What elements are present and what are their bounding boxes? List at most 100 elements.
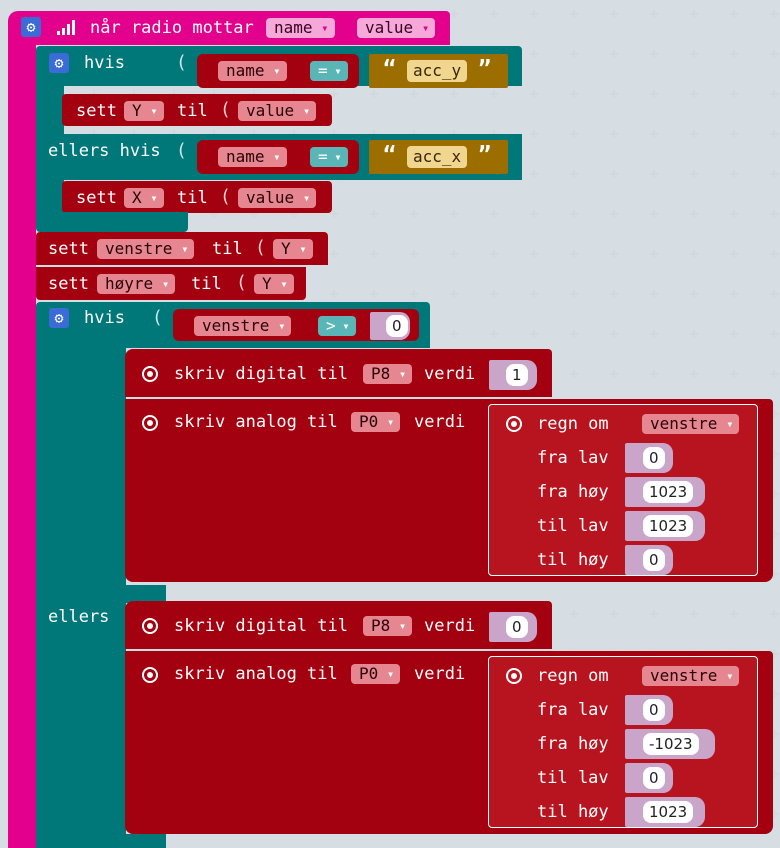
close-quote-icon: ” <box>478 143 492 168</box>
value-label: verdi <box>414 664 466 684</box>
grid-mark <box>650 90 658 98</box>
analog-write-label: skriv analog til <box>174 412 338 432</box>
from-low-label: fra lav <box>537 700 609 720</box>
greater-than-operator-dropdown[interactable]: > <box>318 316 356 336</box>
venstre-var-dropdown[interactable]: venstre <box>642 666 740 686</box>
grid-mark <box>650 290 658 298</box>
grid-mark <box>370 250 378 258</box>
grid-mark <box>490 10 498 18</box>
input-socket: ( <box>176 140 187 161</box>
grid-mark <box>730 330 738 338</box>
from-high-input[interactable]: 1023 <box>643 481 694 503</box>
x-var-dropdown[interactable]: X <box>124 188 164 208</box>
to-low-input[interactable]: 1023 <box>643 515 694 537</box>
y-var-dropdown[interactable]: Y <box>124 101 164 121</box>
pin-p0-dropdown[interactable]: P0 <box>351 664 401 684</box>
name-var-dropdown[interactable]: name <box>218 147 287 167</box>
to-high-label: til høy <box>537 802 609 822</box>
pin-icon <box>142 415 158 431</box>
from-high-input[interactable]: -1023 <box>643 733 699 755</box>
if-label: hvis <box>84 53 125 73</box>
input-socket: ( <box>176 52 187 73</box>
pin-p0-dropdown[interactable]: P0 <box>351 412 401 432</box>
param-value-dropdown[interactable]: value <box>357 18 436 38</box>
grid-mark <box>610 90 618 98</box>
value-label: verdi <box>424 364 476 384</box>
pin-p8-dropdown[interactable]: P8 <box>363 364 413 384</box>
grid-mark <box>570 10 578 18</box>
from-low-input[interactable]: 0 <box>643 699 665 721</box>
equals-operator-dropdown[interactable]: = <box>310 61 348 81</box>
digital-value-input[interactable]: 1 <box>506 364 528 386</box>
gear-icon[interactable]: ⚙ <box>21 17 41 37</box>
to-high-input[interactable]: 0 <box>643 549 665 571</box>
signal-icon <box>57 20 75 35</box>
string-acc-x[interactable]: acc_x <box>407 146 468 168</box>
equals-operator-dropdown[interactable]: = <box>310 147 348 167</box>
grid-mark <box>650 130 658 138</box>
venstre-var-dropdown[interactable]: venstre <box>97 239 195 259</box>
grid-mark <box>370 210 378 218</box>
set-label: sett <box>48 239 89 259</box>
grid-mark <box>570 250 578 258</box>
pin-p8-dropdown[interactable]: P8 <box>363 616 413 636</box>
from-low-input[interactable]: 0 <box>643 447 665 469</box>
grid-mark <box>610 610 618 618</box>
gear-icon[interactable]: ⚙ <box>49 308 69 328</box>
digital-value-input[interactable]: 0 <box>506 616 528 638</box>
gear-icon[interactable]: ⚙ <box>49 53 69 73</box>
input-socket: ( <box>255 237 266 258</box>
pin-icon <box>142 667 158 683</box>
grid-mark <box>690 370 698 378</box>
input-socket: ( <box>236 272 247 293</box>
if-block-1-spine <box>36 84 64 136</box>
venstre-var-dropdown[interactable]: venstre <box>642 414 740 434</box>
value-var-dropdown[interactable]: value <box>238 188 317 208</box>
string-acc-y[interactable]: acc_y <box>407 60 468 82</box>
name-var-dropdown[interactable]: name <box>218 61 287 81</box>
grid-mark <box>490 290 498 298</box>
grid-mark <box>530 50 538 58</box>
y-var-dropdown[interactable]: Y <box>254 274 294 294</box>
grid-mark <box>330 250 338 258</box>
to-label: til <box>191 274 222 294</box>
venstre-var-dropdown[interactable]: venstre <box>194 316 292 336</box>
value-var-dropdown[interactable]: value <box>238 101 317 121</box>
hoyre-var-dropdown[interactable]: høyre <box>97 274 176 294</box>
value-label: verdi <box>414 412 466 432</box>
grid-mark <box>610 170 618 178</box>
threshold-number-input[interactable]: 0 <box>386 315 408 337</box>
grid-mark <box>410 210 418 218</box>
grid-mark <box>530 290 538 298</box>
radio-received-label: når radio mottar <box>90 18 254 38</box>
grid-mark <box>650 370 658 378</box>
grid-mark <box>730 130 738 138</box>
grid-mark <box>650 610 658 618</box>
grid-mark <box>610 330 618 338</box>
grid-mark <box>770 250 778 258</box>
to-low-input[interactable]: 0 <box>643 767 665 789</box>
else-if-label: ellers hvis <box>48 141 161 161</box>
map-label: regn om <box>537 666 609 686</box>
grid-mark <box>450 330 458 338</box>
grid-mark <box>490 250 498 258</box>
from-low-label: fra lav <box>537 448 609 468</box>
radio-block-spine <box>8 40 36 848</box>
to-high-input[interactable]: 1023 <box>643 801 694 823</box>
grid-mark <box>570 610 578 618</box>
grid-mark <box>770 50 778 58</box>
grid-mark <box>610 290 618 298</box>
grid-mark <box>610 210 618 218</box>
grid-mark <box>690 330 698 338</box>
to-label: til <box>212 239 243 259</box>
grid-mark <box>370 290 378 298</box>
if-label: hvis <box>84 308 125 328</box>
grid-mark <box>690 10 698 18</box>
y-var-dropdown[interactable]: Y <box>273 239 313 259</box>
grid-mark <box>730 370 738 378</box>
grid-mark <box>730 610 738 618</box>
if-block-2-footer <box>36 834 166 848</box>
analog-write-label: skriv analog til <box>174 664 338 684</box>
param-name-dropdown[interactable]: name <box>266 18 335 38</box>
to-low-label: til lav <box>537 516 609 536</box>
